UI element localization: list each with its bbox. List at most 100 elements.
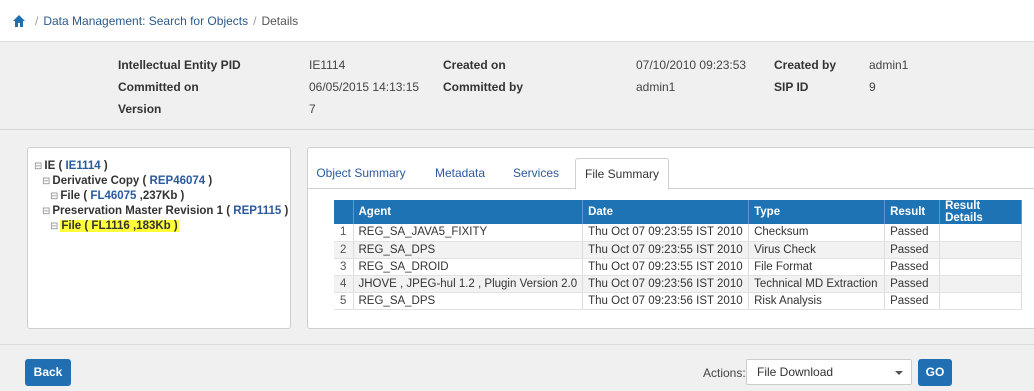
cell-result: Passed — [884, 224, 941, 242]
committed-by-value: admin1 — [636, 80, 676, 94]
cell-date: Thu Oct 07 09:23:56 IST 2010 — [582, 275, 750, 293]
footer-divider — [0, 344, 1034, 345]
tree-node-file-fl1116-selected[interactable]: ⊟ File ( FL1116 ,183Kb ) — [50, 220, 179, 232]
table-header-date[interactable]: Date — [582, 200, 750, 224]
cell-type: Checksum — [748, 224, 886, 242]
created-by-value: admin1 — [869, 58, 909, 72]
cell-result-details — [939, 258, 1023, 276]
tree-node-id-link[interactable]: FL46075 — [90, 190, 136, 202]
actions-select-value: File Download — [757, 365, 834, 379]
tree-node-id-link[interactable]: IE1114 — [65, 160, 100, 172]
row-number: 5 — [334, 292, 354, 310]
tree-node-suffix: ) — [100, 160, 108, 172]
cell-type: File Format — [748, 258, 886, 276]
cell-type: Risk Analysis — [748, 292, 886, 310]
tab-metadata[interactable]: Metadata — [428, 158, 492, 189]
tree-node-file-fl46075[interactable]: ⊟ File ( FL46075 ,237Kb ) — [50, 190, 184, 202]
version-value: 7 — [309, 102, 316, 116]
tree-node-label: IE ( — [44, 160, 66, 172]
collapse-icon[interactable]: ⊟ — [42, 206, 50, 217]
cell-date: Thu Oct 07 09:23:56 IST 2010 — [582, 292, 750, 310]
row-number: 4 — [334, 275, 354, 293]
back-button[interactable]: Back — [25, 359, 71, 386]
tree-node-id-link[interactable]: REP1115 — [233, 205, 281, 217]
tab-file-summary[interactable]: File Summary — [575, 158, 669, 190]
table-row[interactable]: 1 REG_SA_JAVA5_FIXITY Thu Oct 07 09:23:5… — [334, 224, 1023, 242]
version-label: Version — [118, 102, 162, 116]
cell-date: Thu Oct 07 09:23:55 IST 2010 — [582, 241, 750, 259]
actions-label: Actions: — [703, 366, 746, 380]
tree-node-label: File ( — [60, 190, 91, 202]
breadcrumb-separator: / — [253, 13, 257, 28]
cell-result-details — [939, 241, 1023, 259]
home-icon[interactable] — [12, 14, 26, 28]
committed-on-value: 06/05/2015 14:13:15 — [309, 80, 420, 94]
breadcrumb-link-search[interactable]: Data Management: Search for Objects — [43, 14, 248, 28]
cell-result-details — [939, 224, 1023, 242]
row-number: 3 — [334, 258, 354, 276]
table-header-num — [334, 200, 354, 224]
details-panel: Object Summary Metadata Services File Su… — [307, 147, 1034, 329]
row-number: 2 — [334, 241, 354, 259]
cell-result-details — [939, 275, 1023, 293]
breadcrumb: / Data Management: Search for Objects / … — [0, 0, 1034, 42]
cell-type: Virus Check — [748, 241, 886, 259]
cell-type: Technical MD Extraction — [748, 275, 886, 293]
table-row[interactable]: 5 REG_SA_DPS Thu Oct 07 09:23:56 IST 201… — [334, 292, 1023, 310]
tree-node-label: Derivative Copy ( — [52, 175, 150, 187]
sip-id-label: SIP ID — [774, 80, 809, 94]
cell-result-details — [939, 292, 1023, 310]
tree-node-label: Preservation Master Revision 1 ( — [52, 205, 234, 217]
cell-agent: REG_SA_DPS — [353, 292, 584, 310]
cell-agent: REG_SA_DROID — [353, 258, 584, 276]
tree-node-derivative-copy[interactable]: ⊟ Derivative Copy ( REP46074 ) — [42, 175, 212, 187]
chevron-down-icon — [895, 371, 903, 375]
ie-pid-value: IE1114 — [309, 58, 346, 72]
table-header-agent[interactable]: Agent — [353, 200, 584, 224]
row-number: 1 — [334, 224, 354, 242]
table-row[interactable]: 4 JHOVE , JPEG-hul 1.2 , Plugin Version … — [334, 275, 1023, 293]
tab-services[interactable]: Services — [506, 158, 566, 189]
tab-object-summary[interactable]: Object Summary — [316, 158, 406, 189]
committed-by-label: Committed by — [443, 80, 524, 94]
tree-node-suffix: ) — [205, 175, 213, 187]
actions-select[interactable]: File Download — [746, 359, 912, 385]
cell-result: Passed — [884, 275, 941, 293]
tree-node-ie[interactable]: ⊟ IE ( IE1114 ) — [34, 160, 108, 172]
collapse-icon[interactable]: ⊟ — [34, 161, 42, 172]
leaf-icon: ⊟ — [50, 191, 59, 202]
structure-tree: ⊟ IE ( IE1114 ) ⊟ Derivative Copy ( REP460… — [27, 147, 291, 329]
table-row[interactable]: 2 REG_SA_DPS Thu Oct 07 09:23:55 IST 201… — [334, 241, 1023, 259]
cell-date: Thu Oct 07 09:23:55 IST 2010 — [582, 258, 750, 276]
cell-result: Passed — [884, 292, 941, 310]
tree-node-id-link[interactable]: REP46074 — [150, 175, 206, 187]
table-row[interactable]: 3 REG_SA_DROID Thu Oct 07 09:23:55 IST 2… — [334, 258, 1023, 276]
go-button[interactable]: GO — [918, 359, 952, 386]
created-on-value: 07/10/2010 09:23:53 — [636, 58, 747, 72]
created-by-label: Created by — [774, 58, 837, 72]
tree-node-preservation-master[interactable]: ⊟ Preservation Master Revision 1 ( REP111… — [42, 205, 288, 217]
cell-result: Passed — [884, 258, 941, 276]
table-header-result[interactable]: Result — [884, 200, 941, 224]
cell-date: Thu Oct 07 09:23:55 IST 2010 — [582, 224, 750, 242]
breadcrumb-current: Details — [261, 13, 299, 28]
tree-node-selected-label[interactable]: File ( FL1116 ,183Kb ) — [60, 220, 179, 232]
cell-result: Passed — [884, 241, 941, 259]
footer-bar: Back Actions: File Download GO — [0, 344, 1034, 391]
sip-id-value: 9 — [869, 80, 876, 94]
tab-bar: Object Summary Metadata Services File Su… — [308, 158, 1034, 190]
file-summary-table: Agent Date Type Result Result Details 1 … — [334, 200, 1023, 310]
object-info-panel: Intellectual Entity PID IE1114 Committed… — [0, 42, 1034, 130]
cell-agent: REG_SA_JAVA5_FIXITY — [353, 224, 584, 242]
cell-agent: REG_SA_DPS — [353, 241, 584, 259]
created-on-label: Created on — [443, 58, 506, 72]
ie-pid-label: Intellectual Entity PID — [118, 58, 241, 72]
collapse-icon[interactable]: ⊟ — [42, 176, 50, 187]
table-header-result-details[interactable]: Result Details — [939, 200, 1023, 224]
tree-node-suffix: ,237Kb ) — [136, 190, 185, 202]
table-header-type[interactable]: Type — [748, 200, 886, 224]
table-header-row: Agent Date Type Result Result Details — [334, 200, 1023, 224]
leaf-icon: ⊟ — [50, 221, 59, 232]
committed-on-label: Committed on — [118, 80, 199, 94]
tree-node-suffix: ) — [281, 205, 289, 217]
